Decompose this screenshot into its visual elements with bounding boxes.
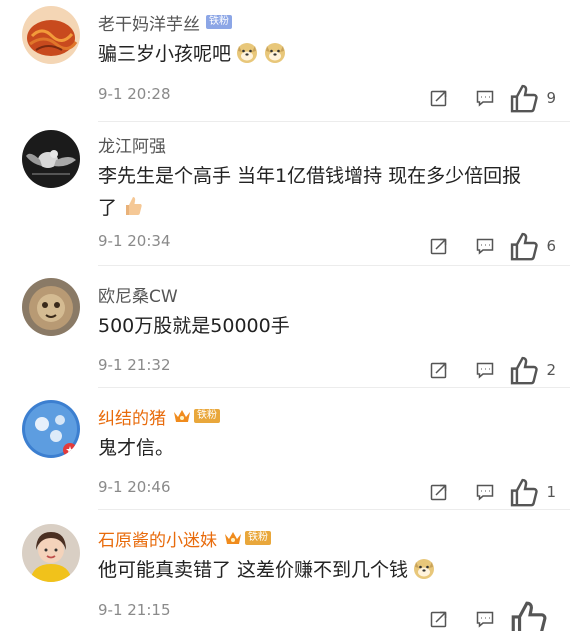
username[interactable]: 龙江阿强 — [98, 132, 166, 157]
comment-text: 他可能真卖错了 这差价赚不到几个钱 — [98, 554, 538, 586]
comment-text: 500万股就是50000手 — [98, 310, 538, 342]
crown-icon — [225, 532, 241, 544]
repost-button[interactable] — [416, 358, 462, 382]
comment-icon — [476, 90, 494, 107]
like-count: 9 — [546, 89, 556, 108]
badge-label: 铁粉 — [194, 409, 220, 423]
comment-button[interactable] — [462, 358, 508, 382]
avatar[interactable] — [22, 524, 80, 582]
like-button[interactable]: 2 — [508, 354, 556, 386]
avatar[interactable] — [22, 130, 80, 188]
comment-header: 石原酱的小迷妹 铁粉 — [98, 526, 271, 551]
like-button[interactable]: 1 — [508, 476, 556, 508]
action-bar: 2 — [416, 354, 556, 386]
username[interactable]: 纠结的猪 — [98, 404, 166, 429]
repost-icon — [430, 611, 447, 628]
comment-icon — [476, 238, 494, 255]
like-count: 2 — [546, 361, 556, 380]
comment-text: 李先生是个高手 当年1亿借钱增持 现在多少倍回报了 — [98, 160, 538, 224]
fan-badge: 铁粉 — [223, 530, 271, 546]
doge-icon — [414, 559, 435, 579]
like-icon — [511, 601, 547, 631]
comment-header: 欧尼桑CW — [98, 282, 178, 307]
like-count: 6 — [546, 237, 556, 256]
comment-body: 骗三岁小孩呢吧 — [98, 43, 232, 65]
avatar[interactable] — [22, 6, 80, 64]
comment-header: 纠结的猪 铁粉 — [98, 404, 220, 429]
avatar[interactable] — [22, 400, 80, 458]
username[interactable]: 老干妈洋芋丝 — [98, 10, 200, 35]
doge-icon — [237, 43, 258, 63]
comment-text: 骗三岁小孩呢吧 — [98, 38, 538, 70]
comment-button[interactable] — [462, 607, 508, 631]
badge-label: 铁粉 — [245, 531, 271, 545]
comment-header: 龙江阿强 — [98, 132, 166, 157]
fan-badge: 铁粉 — [172, 408, 220, 424]
like-button[interactable]: 9 — [508, 82, 556, 114]
comment-item: 老干妈洋芋丝 铁粉 骗三岁小孩呢吧 9-1 20:28 9 — [0, 0, 570, 122]
avatar[interactable] — [22, 278, 80, 336]
comment-icon — [476, 611, 494, 628]
comment-button[interactable] — [462, 86, 508, 110]
timestamp: 9-1 20:46 — [98, 478, 171, 496]
like-count: 1 — [546, 483, 556, 502]
comment-text: 鬼才信。 — [98, 432, 538, 464]
timestamp: 9-1 20:34 — [98, 232, 171, 250]
repost-button[interactable] — [416, 480, 462, 504]
comment-item: 纠结的猪 铁粉 鬼才信。 9-1 20:46 1 — [0, 388, 570, 510]
like-button[interactable] — [508, 598, 556, 631]
action-bar: 1 — [416, 476, 556, 508]
comment-body: 李先生是个高手 当年1亿借钱增持 现在多少倍回报了 — [98, 165, 522, 219]
repost-button[interactable] — [416, 86, 462, 110]
timestamp: 9-1 20:28 — [98, 85, 171, 103]
comment-body: 500万股就是50000手 — [98, 315, 290, 337]
username[interactable]: 石原酱的小迷妹 — [98, 526, 217, 551]
badge-label: 铁粉 — [206, 15, 232, 29]
comment-icon — [476, 484, 494, 501]
like-button[interactable]: 6 — [508, 230, 556, 262]
comment-icon — [476, 362, 494, 379]
action-bar — [416, 598, 556, 631]
comment-item: 龙江阿强 李先生是个高手 当年1亿借钱增持 现在多少倍回报了 9-1 20:34… — [0, 122, 570, 266]
crown-icon — [174, 410, 190, 422]
like-icon — [510, 478, 538, 507]
username[interactable]: 欧尼桑CW — [98, 282, 178, 307]
action-bar: 6 — [416, 230, 556, 262]
repost-icon — [430, 484, 447, 501]
thumbs-up-icon — [126, 197, 142, 215]
comment-body: 他可能真卖错了 这差价赚不到几个钱 — [98, 559, 409, 581]
comment-item: 石原酱的小迷妹 铁粉 他可能真卖错了 这差价赚不到几个钱 9-1 21:15 — [0, 510, 570, 631]
repost-button[interactable] — [416, 607, 462, 631]
like-icon — [510, 356, 538, 385]
like-icon — [510, 84, 538, 113]
fan-badge: 铁粉 — [206, 15, 232, 29]
comment-item: 欧尼桑CW 500万股就是50000手 9-1 21:32 2 — [0, 266, 570, 388]
action-bar: 9 — [416, 82, 556, 114]
timestamp: 9-1 21:15 — [98, 601, 171, 619]
comment-header: 老干妈洋芋丝 铁粉 — [98, 10, 232, 35]
comment-body: 鬼才信。 — [98, 437, 175, 459]
doge-icon — [265, 43, 286, 63]
repost-button[interactable] — [416, 234, 462, 258]
repost-icon — [430, 362, 447, 379]
like-icon — [510, 232, 538, 261]
comment-button[interactable] — [462, 234, 508, 258]
repost-icon — [430, 238, 447, 255]
timestamp: 9-1 21:32 — [98, 356, 171, 374]
comment-button[interactable] — [462, 480, 508, 504]
repost-icon — [430, 90, 447, 107]
